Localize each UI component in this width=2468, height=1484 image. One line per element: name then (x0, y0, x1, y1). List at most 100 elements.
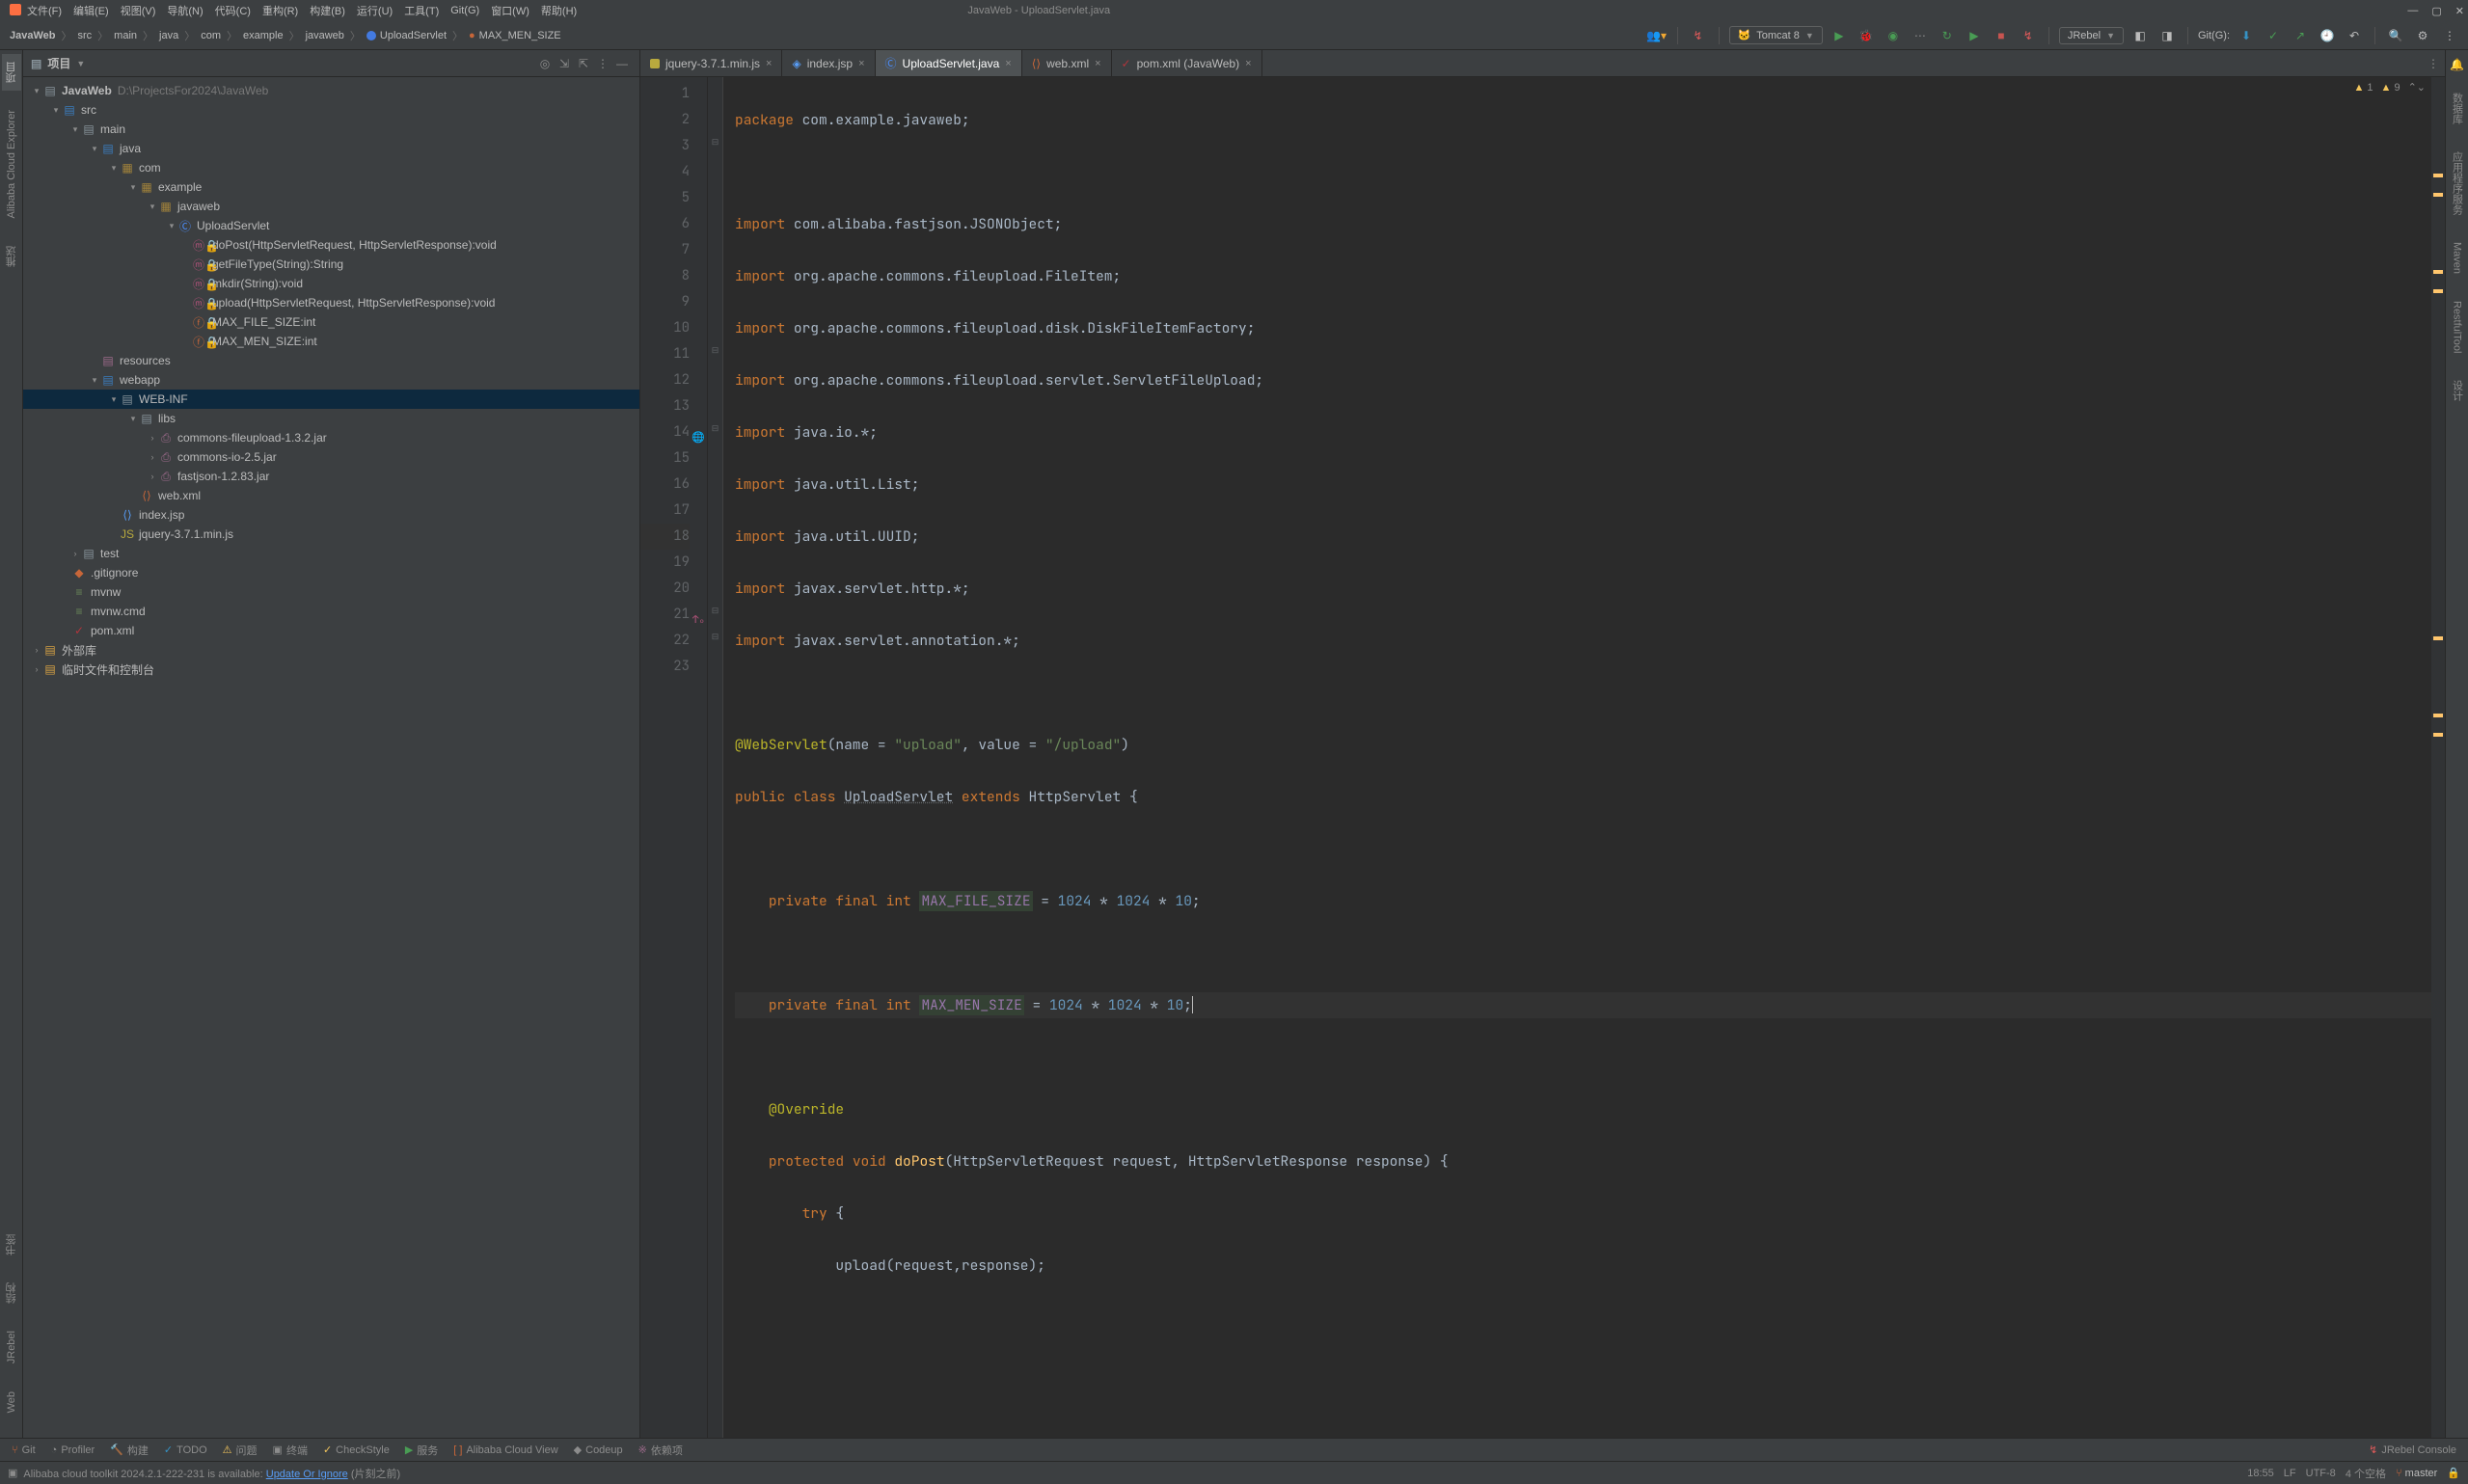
crumb-java[interactable]: java (157, 30, 180, 41)
status-bar-icon[interactable]: ▣ (8, 1467, 17, 1479)
tree-webapp[interactable]: ▾▤webapp (23, 370, 639, 390)
tree-external[interactable]: ›▤外部库 (23, 640, 639, 660)
crumb-example[interactable]: example (241, 30, 285, 41)
line-separator[interactable]: LF (2284, 1468, 2296, 1479)
tree-libs[interactable]: ▾▤libs (23, 409, 639, 428)
tree-mkdir[interactable]: ⓜ🔒mkdir(String):void (23, 274, 639, 293)
tool-build[interactable]: 🔨构建 (104, 1441, 154, 1460)
close-icon[interactable]: × (1245, 58, 1251, 69)
jrebel-reload-icon[interactable]: ↯ (2018, 25, 2039, 46)
tree-java[interactable]: ▾▤java (23, 139, 639, 158)
tool-checkstyle[interactable]: ✓CheckStyle (317, 1442, 395, 1458)
tree-webinf[interactable]: ▾▤WEB-INF (23, 390, 639, 409)
override-gutter-icon[interactable]: ↑ₒ (692, 607, 705, 634)
attach-button[interactable]: ↻ (1937, 25, 1958, 46)
tool-dependencies[interactable]: ※依赖项 (633, 1441, 689, 1460)
jrebel-rocket-icon[interactable]: ↯ (1688, 25, 1709, 46)
menu-icon[interactable]: ⋮ (2439, 25, 2460, 46)
menu-code[interactable]: 代码(C) (209, 1, 257, 20)
tree-getfiletype[interactable]: ⓜ🔒getFileType(String):String (23, 255, 639, 274)
close-icon[interactable]: × (766, 58, 772, 69)
code-editor[interactable]: ▲1 ▲9 ⌃⌄ 123456789101112 13 14🌐 151617 1… (640, 77, 2445, 1438)
rail-web[interactable]: Web (4, 1384, 19, 1420)
jr-btn2[interactable]: ◨ (2156, 25, 2178, 46)
tree-indexjsp[interactable]: ⟨⟩index.jsp (23, 505, 639, 525)
close-icon[interactable]: × (1095, 58, 1100, 69)
debug-button[interactable]: 🐞 (1856, 25, 1877, 46)
menu-edit[interactable]: 编辑(E) (68, 1, 115, 20)
crumb-src[interactable]: src (76, 30, 95, 41)
tool-jrebel-console[interactable]: ↯JRebel Console (2363, 1442, 2462, 1458)
crumb-field[interactable]: ● MAX_MEN_SIZE (467, 30, 563, 41)
rail-project[interactable]: 项目 (2, 54, 21, 91)
select-opened-file-icon[interactable]: ◎ (535, 54, 555, 73)
menu-tools[interactable]: 工具(T) (398, 1, 445, 20)
lock-icon[interactable]: 🔒 (2447, 1467, 2460, 1479)
indent-info[interactable]: 4 个空格 (2346, 1466, 2386, 1481)
rail-restful[interactable]: RestfulTool (2450, 295, 2465, 359)
file-encoding[interactable]: UTF-8 (2306, 1468, 2336, 1479)
rail-structure[interactable]: 结构 (2, 1275, 21, 1311)
minimize-button[interactable]: — (2407, 5, 2418, 16)
tool-git[interactable]: ⑂Git (6, 1443, 41, 1458)
project-tree[interactable]: ▾▤JavaWebD:\ProjectsFor2024\JavaWeb ▾▤sr… (23, 77, 639, 1438)
rail-notifications[interactable]: 🔔 (2450, 58, 2464, 71)
tree-example[interactable]: ▾▦example (23, 177, 639, 197)
tree-maxfile[interactable]: ⓕ🔒MAX_FILE_SIZE:int (23, 312, 639, 332)
menu-file[interactable]: 文件(F) (21, 1, 68, 20)
tool-terminal[interactable]: ▣终端 (267, 1441, 313, 1460)
tab-jquery[interactable]: jquery-3.7.1.min.js× (640, 50, 782, 76)
tree-root[interactable]: ▾▤JavaWebD:\ProjectsFor2024\JavaWeb (23, 81, 639, 100)
git-history-button[interactable]: 🕘 (2317, 25, 2338, 46)
git-rollback-button[interactable]: ↶ (2344, 25, 2365, 46)
tool-problems[interactable]: ⚠问题 (217, 1441, 263, 1460)
rail-appservers[interactable]: 应用程序服务 (2448, 146, 2467, 221)
tool-todo[interactable]: ✓TODO (158, 1442, 213, 1458)
tree-javaweb[interactable]: ▾▦javaweb (23, 197, 639, 216)
rail-maven[interactable]: Maven (2450, 236, 2465, 280)
coverage-button[interactable]: ◉ (1883, 25, 1904, 46)
tab-pomxml[interactable]: ✓pom.xml (JavaWeb)× (1112, 50, 1262, 76)
git-commit-button[interactable]: ✓ (2263, 25, 2284, 46)
options-icon[interactable]: ⋮ (593, 54, 612, 73)
tool-services[interactable]: ▶服务 (399, 1441, 444, 1460)
collapse-all-icon[interactable]: ⇱ (574, 54, 593, 73)
tree-mvnw[interactable]: ≡mvnw (23, 582, 639, 602)
menu-window[interactable]: 窗口(W) (485, 1, 535, 20)
rail-jrebel[interactable]: JRebel (4, 1323, 19, 1371)
search-icon[interactable]: 🔍 (2385, 25, 2406, 46)
close-icon[interactable]: × (858, 58, 864, 69)
tree-src[interactable]: ▾▤src (23, 100, 639, 120)
jrebel-dropdown[interactable]: JRebel▼ (2059, 27, 2124, 44)
run-config-dropdown[interactable]: 🐱Tomcat 8▼ (1729, 26, 1823, 44)
inspections-widget[interactable]: ▲1 ▲9 ⌃⌄ (2354, 81, 2426, 94)
tree-gitignore[interactable]: ◆.gitignore (23, 563, 639, 582)
ide-settings-icon[interactable]: ⚙ (2412, 25, 2433, 46)
tree-dopost[interactable]: ⓜ🔒doPost(HttpServletRequest, HttpServlet… (23, 235, 639, 255)
tree-upload[interactable]: ⓜ🔒upload(HttpServletRequest, HttpServlet… (23, 293, 639, 312)
cursor-position[interactable]: 18:55 (2247, 1468, 2274, 1479)
tree-maxmen[interactable]: ⓕ🔒MAX_MEN_SIZE:int (23, 332, 639, 351)
expand-all-icon[interactable]: ⇲ (555, 54, 574, 73)
profile-button[interactable]: ⋯ (1910, 25, 1931, 46)
chevron-up-down-icon[interactable]: ⌃⌄ (2408, 81, 2426, 94)
git-branch[interactable]: ⑂ master (2396, 1468, 2437, 1479)
tree-com[interactable]: ▾▦com (23, 158, 639, 177)
rail-design[interactable]: 设计 (2448, 374, 2467, 407)
crumb-main[interactable]: main (112, 30, 139, 41)
tree-mvnwcmd[interactable]: ≡mvnw.cmd (23, 602, 639, 621)
maximize-button[interactable]: ▢ (2431, 5, 2441, 17)
run-button[interactable]: ▶ (1829, 25, 1850, 46)
code-content[interactable]: package com.example.javaweb; import com.… (723, 77, 2431, 1438)
tree-resources[interactable]: ▤resources (23, 351, 639, 370)
menu-help[interactable]: 帮助(H) (535, 1, 583, 20)
menu-build[interactable]: 构建(B) (304, 1, 351, 20)
tree-lib1[interactable]: ›⎙commons-fileupload-1.3.2.jar (23, 428, 639, 447)
crumb-class[interactable]: UploadServlet (365, 30, 448, 41)
tab-webxml[interactable]: ⟨⟩web.xml× (1022, 50, 1112, 76)
jr-btn1[interactable]: ◧ (2129, 25, 2151, 46)
run-anything-button[interactable]: ▶ (1964, 25, 1985, 46)
hide-panel-icon[interactable]: — (612, 54, 632, 73)
rail-database[interactable]: 数据库 (2448, 87, 2467, 130)
tree-lib3[interactable]: ›⎙fastjson-1.2.83.jar (23, 467, 639, 486)
